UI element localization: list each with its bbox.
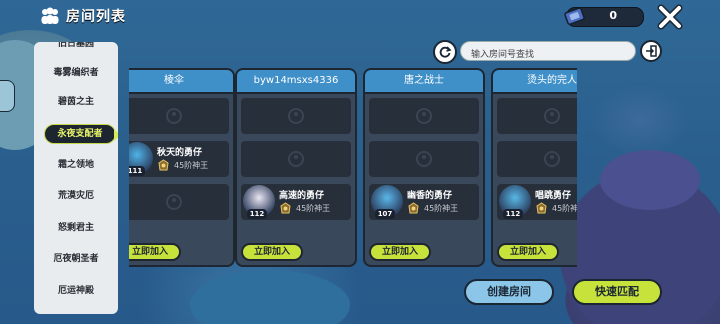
player-slot: 107 幽香的勇仔 45阶神王 — [369, 184, 479, 220]
rank-badge-icon — [408, 202, 419, 214]
quick-match-button[interactable]: 快速匹配 — [572, 279, 662, 305]
empty-player-icon — [166, 194, 182, 210]
rank-badge-icon — [280, 202, 291, 214]
currency-display: 0 — [564, 7, 644, 27]
sidebar-item[interactable]: 厄夜朝圣者 — [34, 249, 118, 269]
empty-slot — [129, 184, 229, 220]
players-icon — [41, 7, 59, 24]
join-room-button[interactable]: 立即加入 — [369, 243, 431, 261]
empty-player-icon — [288, 151, 304, 167]
empty-slot — [241, 98, 351, 134]
empty-player-icon — [166, 108, 182, 124]
join-room-button[interactable]: 立即加入 — [129, 243, 181, 261]
player-level: 107 — [375, 209, 395, 219]
rock-decoration — [600, 150, 700, 210]
enter-room-icon — [646, 45, 657, 57]
sidebar-item-active[interactable]: 永夜支配者 — [44, 124, 118, 144]
close-icon[interactable] — [656, 4, 684, 30]
empty-player-icon — [544, 108, 560, 124]
header-title: 房间列表 — [40, 5, 126, 27]
player-level: 112 — [247, 209, 267, 219]
water-decoration — [190, 270, 350, 324]
refresh-icon — [439, 46, 452, 58]
player-name: 幽香的勇仔 — [407, 191, 453, 201]
refresh-button[interactable] — [433, 40, 457, 64]
sidebar-item-label: 永夜支配者 — [57, 129, 103, 139]
search-box[interactable] — [460, 41, 636, 65]
room-name: byw14msxs4336 — [237, 70, 355, 94]
empty-player-icon — [288, 108, 304, 124]
active-indicator-icon — [114, 129, 118, 141]
player-slot: 112 高速的勇仔 45阶神王 — [241, 184, 351, 220]
empty-slot — [369, 141, 479, 177]
player-name: 高速的勇仔 — [279, 191, 325, 201]
enter-room-button[interactable] — [640, 40, 662, 62]
sidebar-item[interactable]: 毒雾编织者 — [34, 63, 118, 83]
player-rank: 45阶神王 — [296, 204, 331, 213]
room-search-input[interactable] — [469, 45, 633, 65]
room-card[interactable]: 烫头的完人 112 唱跳勇仔 45阶神王立即加入 — [491, 68, 577, 267]
player-name: 唱跳勇仔 — [535, 191, 572, 201]
empty-slot — [369, 98, 479, 134]
currency-value: 0 — [609, 9, 617, 22]
sidebar-item[interactable]: 荒漠灾厄 — [34, 186, 118, 206]
side-tab-handle[interactable] — [0, 80, 15, 112]
sidebar-item[interactable]: 怒剩君主 — [34, 218, 118, 238]
sidebar-item[interactable]: 旧日墓园 — [34, 42, 118, 54]
rank-badge-icon — [158, 159, 169, 171]
create-room-button[interactable]: 创建房间 — [464, 279, 554, 305]
sidebar-item[interactable]: 霜之领地 — [34, 155, 118, 175]
room-card[interactable]: 唐之战士 107 幽香的勇仔 45阶神王立即加入 — [363, 68, 485, 267]
page-title: 房间列表 — [66, 9, 126, 25]
player-slot: 111 秋天的勇仔 45阶神王 — [129, 141, 229, 177]
player-level: 111 — [129, 166, 145, 176]
ticket-icon — [564, 7, 585, 25]
boss-sidebar: 旧日墓园 毒雾编织者 碧茵之主 永夜支配者 霜之领地 荒漠灾厄 怒剩君主 厄夜朝… — [34, 42, 118, 314]
player-name: 秋天的勇仔 — [157, 148, 203, 158]
sidebar-item[interactable]: 碧茵之主 — [34, 92, 118, 112]
rank-badge-icon — [536, 202, 547, 214]
room-name: 唐之战士 — [365, 70, 483, 94]
empty-player-icon — [416, 151, 432, 167]
room-name: 烫头的完人 — [493, 70, 577, 94]
player-rank: 45阶神王 — [552, 204, 577, 213]
empty-slot — [241, 141, 351, 177]
empty-slot — [497, 98, 577, 134]
join-room-button[interactable]: 立即加入 — [497, 243, 559, 261]
room-list: 棱伞 111 秋天的勇仔 45阶神王立即加入 byw14msxs4336 112 高速的勇仔… — [129, 68, 577, 269]
player-slot: 112 唱跳勇仔 45阶神王 — [497, 184, 577, 220]
player-rank: 45阶神王 — [174, 161, 209, 170]
player-rank: 45阶神王 — [424, 204, 459, 213]
sidebar-item[interactable]: 厄运神殿 — [34, 281, 118, 301]
empty-player-icon — [416, 108, 432, 124]
room-card[interactable]: 棱伞 111 秋天的勇仔 45阶神王立即加入 — [129, 68, 235, 267]
join-room-button[interactable]: 立即加入 — [241, 243, 303, 261]
player-level: 112 — [503, 209, 523, 219]
empty-slot — [497, 141, 577, 177]
room-name: 棱伞 — [129, 70, 233, 94]
room-card[interactable]: byw14msxs4336 112 高速的勇仔 45阶神王立即加入 — [235, 68, 357, 267]
empty-slot — [129, 98, 229, 134]
empty-player-icon — [544, 151, 560, 167]
